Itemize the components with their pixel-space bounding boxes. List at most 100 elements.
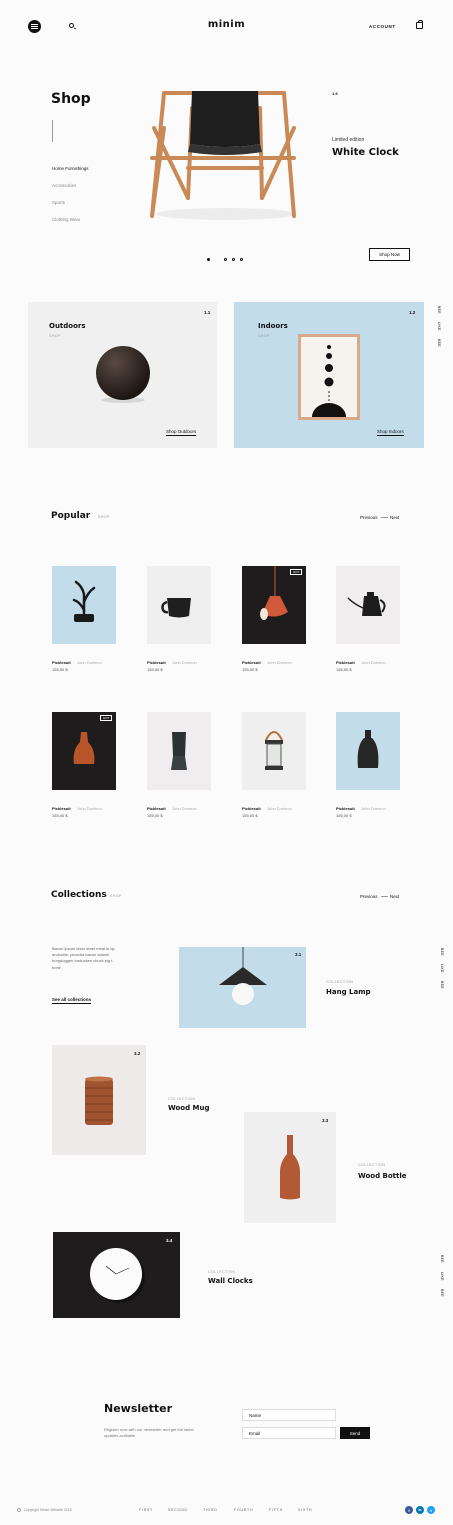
hero-category-link[interactable]: Home Furnishings — [52, 166, 89, 171]
newsletter-text: Register now with our newsletter and get… — [104, 1427, 194, 1438]
collection-card-wood-mug[interactable]: 3.2 — [52, 1045, 146, 1155]
product-name[interactable]: Picklesuit — [147, 806, 166, 811]
category-sub: SHOP — [258, 334, 270, 338]
page-title: Shop — [51, 91, 91, 107]
collections-title: Collections — [51, 890, 107, 900]
product-image[interactable]: HOT — [242, 566, 306, 644]
product-price: 155,00 $ — [147, 667, 163, 672]
collections-sub: SHOP — [110, 894, 122, 898]
side-label[interactable]: LIKE — [440, 964, 444, 973]
side-label[interactable]: LIKE — [437, 322, 441, 331]
product-price: 155,00 $ — [52, 813, 68, 818]
collection-number: 3.1 — [295, 952, 302, 957]
name-field[interactable]: Name — [242, 1409, 336, 1421]
collection-card-wood-bottle[interactable]: 3.3 — [244, 1112, 336, 1223]
email-field[interactable]: Email — [242, 1427, 336, 1439]
hero-category-link[interactable]: Clothing Wear — [52, 217, 80, 222]
previous-button[interactable]: Previous — [360, 894, 378, 899]
collection-label: COLLECTION — [168, 1097, 196, 1101]
product-author: John Doeleon — [77, 806, 102, 811]
collection-number: 3.3 — [322, 1118, 329, 1123]
footer-link[interactable]: SECOND — [168, 1508, 188, 1512]
collection-label: COLLECTION — [326, 980, 354, 984]
popular-sub: SHOP — [98, 515, 110, 519]
twitter-icon[interactable]: t — [427, 1506, 435, 1514]
hero-category-link[interactable]: Accessories — [52, 183, 76, 188]
previous-button[interactable]: Previous — [360, 515, 378, 520]
collection-name[interactable]: Wood Bottle — [358, 1172, 407, 1180]
collection-card-hang-lamp[interactable]: 3.1 — [179, 947, 306, 1028]
product-image[interactable]: HOT — [52, 712, 116, 790]
product-name[interactable]: Picklesuit — [336, 806, 355, 811]
see-all-collections-link[interactable]: See all collections — [52, 997, 92, 1004]
sphere-image — [96, 346, 150, 403]
category-card-indoors[interactable]: Indoors SHOP 1.2 Shop Indoors — [234, 302, 424, 448]
product-price: 155,00 $ — [147, 813, 163, 818]
product-author: John Doeleon — [267, 806, 292, 811]
footer-link[interactable]: FIRST — [139, 1508, 153, 1512]
side-label[interactable]: BEE — [440, 981, 444, 989]
footer-link[interactable]: FOURTH — [234, 1508, 253, 1512]
collection-card-wall-clocks[interactable]: 3.4 — [53, 1232, 180, 1318]
send-button[interactable]: Send — [340, 1427, 370, 1439]
side-label[interactable]: BEE — [440, 1255, 444, 1263]
hero-category-link[interactable]: Sports — [52, 200, 65, 205]
product-name[interactable]: Picklesuit — [52, 660, 71, 665]
collection-label: COLLECTION — [358, 1163, 386, 1167]
collection-name[interactable]: Hang Lamp — [326, 988, 371, 996]
product-name[interactable]: Picklesuit — [336, 660, 355, 665]
product-name[interactable]: Picklesuit — [242, 660, 261, 665]
cart-icon[interactable] — [416, 20, 423, 29]
footer-link[interactable]: THIRD — [203, 1508, 218, 1512]
hot-badge: HOT — [290, 569, 303, 575]
slide-dot[interactable] — [240, 258, 243, 261]
collection-number: 3.4 — [166, 1238, 173, 1243]
next-button[interactable]: Next — [390, 894, 399, 899]
product-price: 155,00 $ — [336, 667, 352, 672]
product-image[interactable] — [242, 712, 306, 790]
category-sub: SHOP — [49, 334, 61, 338]
category-title: Indoors — [258, 322, 288, 330]
product-name[interactable]: Picklesuit — [242, 806, 261, 811]
side-label[interactable]: BEE — [437, 339, 441, 347]
divider — [52, 120, 53, 142]
product-name[interactable]: Picklesuit — [147, 660, 166, 665]
divider — [381, 517, 388, 518]
linkedin-icon[interactable]: in — [416, 1506, 424, 1514]
category-card-outdoors[interactable]: Outdoors SHOP 1.1 Shop Outdoors — [28, 302, 217, 448]
product-image[interactable] — [336, 566, 400, 644]
next-button[interactable]: Next — [390, 515, 399, 520]
product-image[interactable] — [52, 566, 116, 644]
product-name[interactable]: Picklesuit — [52, 806, 71, 811]
slide-dot[interactable] — [207, 258, 210, 261]
category-number: 1.1 — [204, 310, 211, 315]
product-author: John Doeleon — [361, 660, 386, 665]
slide-dot[interactable] — [232, 258, 235, 261]
collections-intro: Bacon ipsum dolor amet meat ki-tip andou… — [52, 946, 115, 970]
side-label[interactable]: BEE — [437, 306, 441, 314]
collection-number: 3.2 — [134, 1051, 141, 1056]
slide-dot[interactable] — [224, 258, 227, 261]
divider — [381, 896, 388, 897]
side-label[interactable]: BEE — [440, 948, 444, 956]
product-image[interactable] — [336, 712, 400, 790]
product-image[interactable] — [147, 712, 211, 790]
category-title: Outdoors — [49, 322, 86, 330]
hero-product-title: White Clock — [332, 147, 399, 158]
footer-link[interactable]: SIXTH — [298, 1508, 312, 1512]
shop-indoors-link[interactable]: Shop Indoors — [377, 429, 404, 436]
collection-name[interactable]: Wood Mug — [168, 1104, 210, 1112]
collection-name[interactable]: Wall Clocks — [208, 1277, 253, 1285]
product-image[interactable] — [147, 566, 211, 644]
account-link[interactable]: ACCOUNT — [369, 24, 396, 29]
shop-now-button[interactable]: Shop Now — [369, 248, 410, 261]
shop-outdoors-link[interactable]: Shop Outdoors — [166, 429, 197, 436]
product-price: 155,00 $ — [242, 813, 258, 818]
footer-link[interactable]: FIFTH — [269, 1508, 283, 1512]
side-label[interactable]: LIKE — [440, 1272, 444, 1281]
category-number: 1.2 — [409, 310, 416, 315]
copyright-icon — [17, 1508, 21, 1512]
side-label[interactable]: BEE — [440, 1289, 444, 1297]
facebook-icon[interactable]: f — [405, 1506, 413, 1514]
collection-label: COLLECTION — [208, 1270, 236, 1274]
